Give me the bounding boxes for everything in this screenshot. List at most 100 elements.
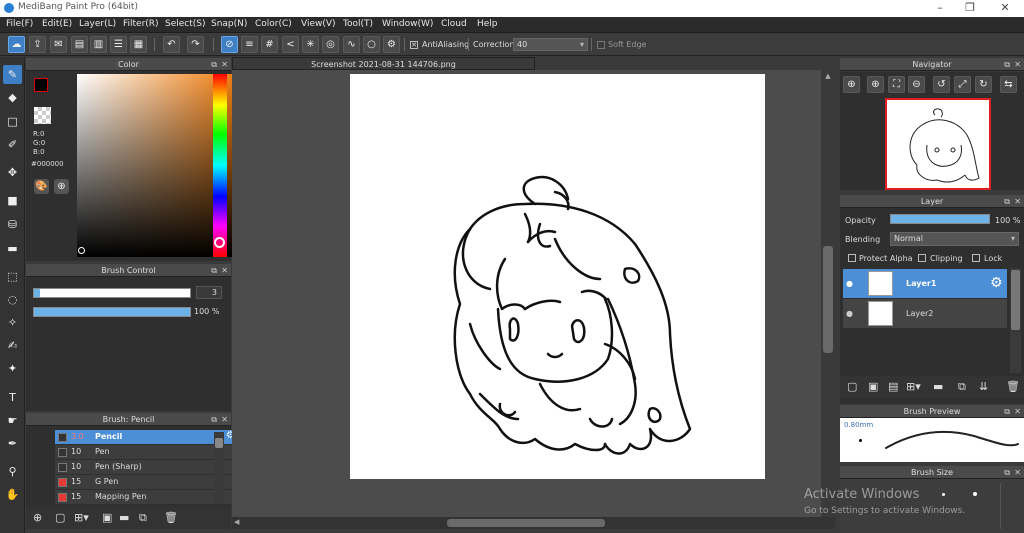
navigator-thumbnail[interactable] — [885, 98, 991, 190]
correction-select[interactable]: 40 ▾ — [513, 38, 588, 51]
undock-icon[interactable]: ⧉ — [211, 264, 217, 277]
eraser-tool-icon[interactable]: ◆ — [3, 88, 22, 107]
text-tool-icon[interactable]: T — [3, 388, 22, 407]
new-halftone-layer-icon[interactable]: ▣ — [868, 380, 878, 393]
protect-alpha-checkbox[interactable] — [848, 254, 856, 262]
list-icon[interactable]: ☰ — [110, 36, 127, 53]
vanishing-point-icon[interactable]: < — [282, 36, 299, 53]
scroll-thumb[interactable] — [1011, 270, 1020, 330]
menu-select[interactable]: Select(S) — [165, 19, 206, 29]
visibility-eye-icon[interactable]: ● — [846, 279, 853, 288]
close-icon[interactable]: ✕ — [1014, 466, 1021, 479]
maximize-button[interactable]: ❐ — [955, 0, 985, 17]
layer-item-layer1[interactable]: ● Layer1 ⚙ — [843, 269, 1007, 298]
layer-scrollbar[interactable] — [1010, 268, 1021, 373]
note-icon[interactable]: ▤ — [71, 36, 88, 53]
brush-item-pen[interactable]: 10 Pen — [55, 445, 238, 459]
fit-icon[interactable]: ⛶ — [888, 76, 905, 93]
primary-color-swatch[interactable] — [34, 78, 48, 92]
gradient-tool-icon[interactable]: ▬ — [3, 239, 22, 258]
menu-file[interactable]: File(F) — [6, 19, 33, 29]
scroll-left-icon[interactable]: ◀ — [234, 518, 239, 526]
close-icon[interactable]: ✕ — [1014, 58, 1021, 71]
dot-tool-icon[interactable]: ✐ — [3, 135, 22, 154]
duplicate-layer-icon[interactable]: ⧉ — [958, 380, 966, 394]
close-icon[interactable]: ✕ — [221, 264, 228, 277]
lasso-tool-icon[interactable]: ◌ — [3, 290, 22, 309]
circle-snap-icon[interactable]: ◎ — [322, 36, 339, 53]
minimize-button[interactable]: – — [925, 0, 955, 17]
menu-window[interactable]: Window(W) — [382, 19, 433, 29]
trash-icon[interactable]: 🗑 — [164, 511, 178, 524]
menu-tool[interactable]: Tool(T) — [343, 19, 373, 29]
close-icon[interactable]: ✕ — [1014, 405, 1021, 418]
select-pen-tool-icon[interactable]: ✍ — [3, 336, 22, 355]
hand-tool-icon[interactable]: ✋ — [3, 485, 22, 504]
add-brush-icon[interactable]: ⊕ — [33, 511, 42, 524]
undock-icon[interactable]: ⧉ — [211, 58, 217, 71]
operation-tool-icon[interactable]: ☛ — [3, 411, 22, 430]
new-8bit-layer-icon[interactable]: ▤ — [888, 380, 898, 393]
palette-icon[interactable]: 🎨 — [34, 179, 49, 194]
undock-icon[interactable]: ⧉ — [1004, 466, 1010, 479]
cloud-icon[interactable]: ☁ — [8, 36, 25, 53]
ellipse-snap-icon[interactable]: ○ — [363, 36, 380, 53]
brush-list-scrollbar[interactable] — [214, 432, 224, 504]
new-layer-icon[interactable]: ▢ — [847, 380, 857, 393]
undock-icon[interactable]: ⧉ — [211, 413, 217, 426]
snap-off-icon[interactable]: ⊘ — [221, 36, 238, 53]
soft-edge-checkbox[interactable] — [597, 41, 605, 49]
brush-item-mapping-pen[interactable]: 15 Mapping Pen — [55, 490, 238, 504]
scroll-thumb[interactable] — [215, 438, 223, 448]
visibility-eye-icon[interactable]: ● — [846, 309, 853, 318]
menu-snap[interactable]: Snap(N) — [211, 19, 247, 29]
select-eraser-tool-icon[interactable]: ✦ — [3, 359, 22, 378]
duplicate-icon[interactable]: ⧉ — [139, 511, 147, 525]
menu-cloud[interactable]: Cloud — [441, 19, 467, 29]
scroll-thumb[interactable] — [447, 519, 605, 527]
folder-icon[interactable]: ▬ — [933, 380, 943, 393]
new-brush-icon[interactable]: ▢ — [55, 511, 65, 524]
add-layer-menu-icon[interactable]: ⊞▾ — [906, 380, 921, 393]
crisscross-snap-icon[interactable]: # — [261, 36, 278, 53]
radial-snap-icon[interactable]: ✳ — [302, 36, 319, 53]
trash-icon[interactable]: 🗑 — [1006, 380, 1020, 393]
menu-color[interactable]: Color(C) — [255, 19, 292, 29]
palette-add-icon[interactable]: ⊕ — [54, 179, 69, 194]
canvas-vertical-scrollbar[interactable]: ▲ — [821, 70, 835, 517]
picker-cursor[interactable] — [78, 247, 85, 254]
menu-view[interactable]: View(V) — [301, 19, 336, 29]
size-preset-dot[interactable] — [942, 493, 945, 496]
import-brush-icon[interactable]: ⊞▾ — [74, 511, 89, 524]
undock-icon[interactable]: ⧉ — [1004, 58, 1010, 71]
rotate-left-icon[interactable]: ↺ — [933, 76, 950, 93]
layer-item-layer2[interactable]: ● Layer2 — [843, 299, 1007, 328]
zoom-out-icon[interactable]: ⊖ — [908, 76, 925, 93]
close-icon[interactable]: ✕ — [221, 413, 228, 426]
brush-size-slider[interactable] — [33, 288, 191, 298]
close-icon[interactable]: ✕ — [1014, 195, 1021, 208]
brush-item-g-pen[interactable]: 15 G Pen — [55, 475, 238, 489]
document-tab[interactable]: Screenshot 2021-08-31 144706.png — [232, 57, 535, 70]
layer-opacity-slider[interactable] — [890, 214, 990, 224]
transparent-swatch[interactable] — [34, 107, 51, 124]
merge-down-icon[interactable]: ⇊ — [979, 380, 988, 393]
brush-tool-icon[interactable]: ✎ — [3, 65, 22, 84]
brush-item-pencil[interactable]: 3.0 Pencil ⚙ — [55, 430, 238, 444]
close-button[interactable]: ✕ — [990, 0, 1020, 17]
menu-layer[interactable]: Layer(L) — [79, 19, 116, 29]
undock-icon[interactable]: ⧉ — [1004, 405, 1010, 418]
move-tool-icon[interactable]: ✥ — [3, 163, 22, 182]
divide-tool-icon[interactable]: ✒ — [3, 434, 22, 453]
curve-snap-icon[interactable]: ∿ — [343, 36, 360, 53]
brush-opacity-slider[interactable] — [33, 307, 191, 317]
flip-icon[interactable]: ⇆ — [1000, 76, 1017, 93]
size-preset-dot[interactable] — [973, 492, 977, 496]
scroll-thumb[interactable] — [823, 246, 833, 353]
magic-wand-tool-icon[interactable]: ✧ — [3, 313, 22, 332]
folder-icon[interactable]: ▬ — [119, 511, 129, 524]
drawing-canvas[interactable] — [350, 74, 765, 479]
menu-filter[interactable]: Filter(R) — [123, 19, 159, 29]
brush-item-pen-sharp[interactable]: 10 Pen (Sharp) — [55, 460, 238, 474]
fill-rectangle-tool-icon[interactable]: ■ — [3, 191, 22, 210]
